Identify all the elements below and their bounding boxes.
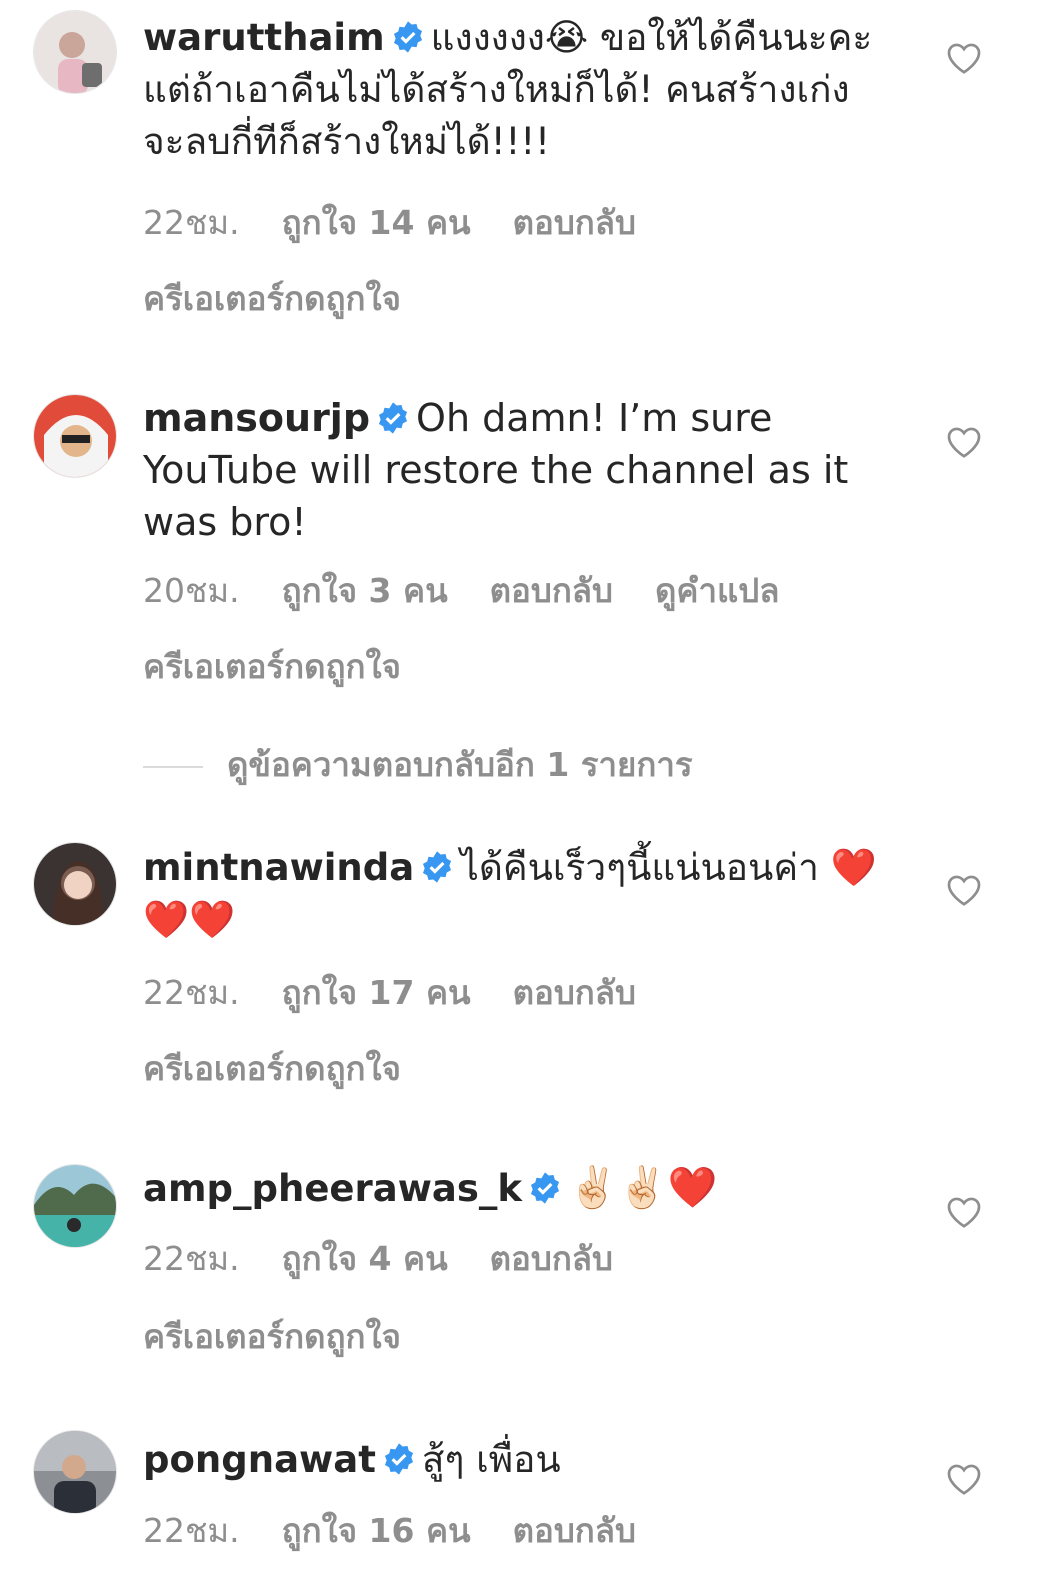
avatar[interactable] [33,1164,117,1248]
creator-liked-label: ครีเอเตอร์กดถูกใจ [143,279,401,318]
comment-text: pongnawat สู้ๆ เพื่อน [143,1434,883,1486]
heart-outline-icon[interactable] [946,425,982,459]
avatar[interactable] [33,1430,117,1514]
heart-outline-icon[interactable] [946,41,982,75]
reply-button[interactable]: ตอบกลับ [513,203,636,242]
comment-text: amp_pheerawas_k ✌🏻✌🏻❤️ [143,1162,883,1215]
username[interactable]: pongnawat [143,1438,376,1481]
verified-badge-icon [379,402,408,434]
heart-outline-icon[interactable] [946,1195,982,1229]
reply-button[interactable]: ตอบกลับ [490,1239,613,1278]
username[interactable]: warutthaim [143,16,385,59]
likes-count[interactable]: ถูกใจ 3 คน [282,571,448,610]
comment-text: mansourjp Oh damn! I’m sure YouTube will … [143,392,883,548]
comment-text: mintnawinda ได้คืนเร็วๆนี้แน่นอนค่า ❤️❤️❤… [143,842,883,946]
avatar[interactable] [33,394,117,478]
comment-meta: 22ชม. ถูกใจ 14 คน ตอบกลับ [143,196,678,249]
likes-count[interactable]: ถูกใจ 16 คน [282,1511,471,1550]
likes-count[interactable]: ถูกใจ 4 คน [282,1239,448,1278]
reply-button[interactable]: ตอบกลับ [490,571,613,610]
timestamp: 22ชม. [143,1239,240,1278]
view-more-replies-label: ดูข้อความตอบกลับอีก 1 รายการ [227,745,693,784]
heart-outline-icon[interactable] [946,1462,982,1496]
timestamp: 20ชม. [143,571,240,610]
username[interactable]: mintnawinda [143,846,414,889]
likes-count[interactable]: ถูกใจ 17 คน [282,973,471,1012]
comment-meta: 22ชม. ถูกใจ 17 คน ตอบกลับ [143,966,678,1019]
timestamp: 22ชม. [143,973,240,1012]
divider-line [143,765,203,768]
see-translation-button[interactable]: ดูคำแปล [655,571,779,610]
verified-badge-icon [384,1443,413,1475]
verified-badge-icon [423,851,452,883]
username[interactable]: amp_pheerawas_k [143,1167,522,1210]
comment-meta: 22ชม. ถูกใจ 4 คน ตอบกลับ [143,1232,655,1285]
timestamp: 22ชม. [143,1511,240,1550]
comment-meta: 22ชม. ถูกใจ 16 คน ตอบกลับ [143,1504,678,1557]
reply-button[interactable]: ตอบกลับ [513,1511,636,1550]
reply-button[interactable]: ตอบกลับ [513,973,636,1012]
comment-meta: 20ชม. ถูกใจ 3 คน ตอบกลับ ดูคำแปล [143,564,821,617]
username[interactable]: mansourjp [143,396,370,440]
comment-body: ✌🏻✌🏻❤️ [568,1165,718,1211]
heart-outline-icon[interactable] [946,873,982,907]
comment-text: warutthaim แงงงงง😭 ขอให้ได้คืนนะคะ แต่ถ้า… [143,12,883,168]
creator-liked-label: ครีเอเตอร์กดถูกใจ [143,1317,401,1356]
avatar[interactable] [33,842,117,926]
verified-badge-icon [393,21,422,53]
timestamp: 22ชม. [143,203,240,242]
comment-body: สู้ๆ เพื่อน [421,1438,561,1481]
creator-liked-label: ครีเอเตอร์กดถูกใจ [143,647,401,686]
avatar[interactable] [33,10,117,94]
verified-badge-icon [530,1172,560,1204]
likes-count[interactable]: ถูกใจ 14 คน [282,203,471,242]
creator-liked-label: ครีเอเตอร์กดถูกใจ [143,1049,401,1088]
view-more-replies-button[interactable]: ดูข้อความตอบกลับอีก 1 รายการ [143,738,693,791]
